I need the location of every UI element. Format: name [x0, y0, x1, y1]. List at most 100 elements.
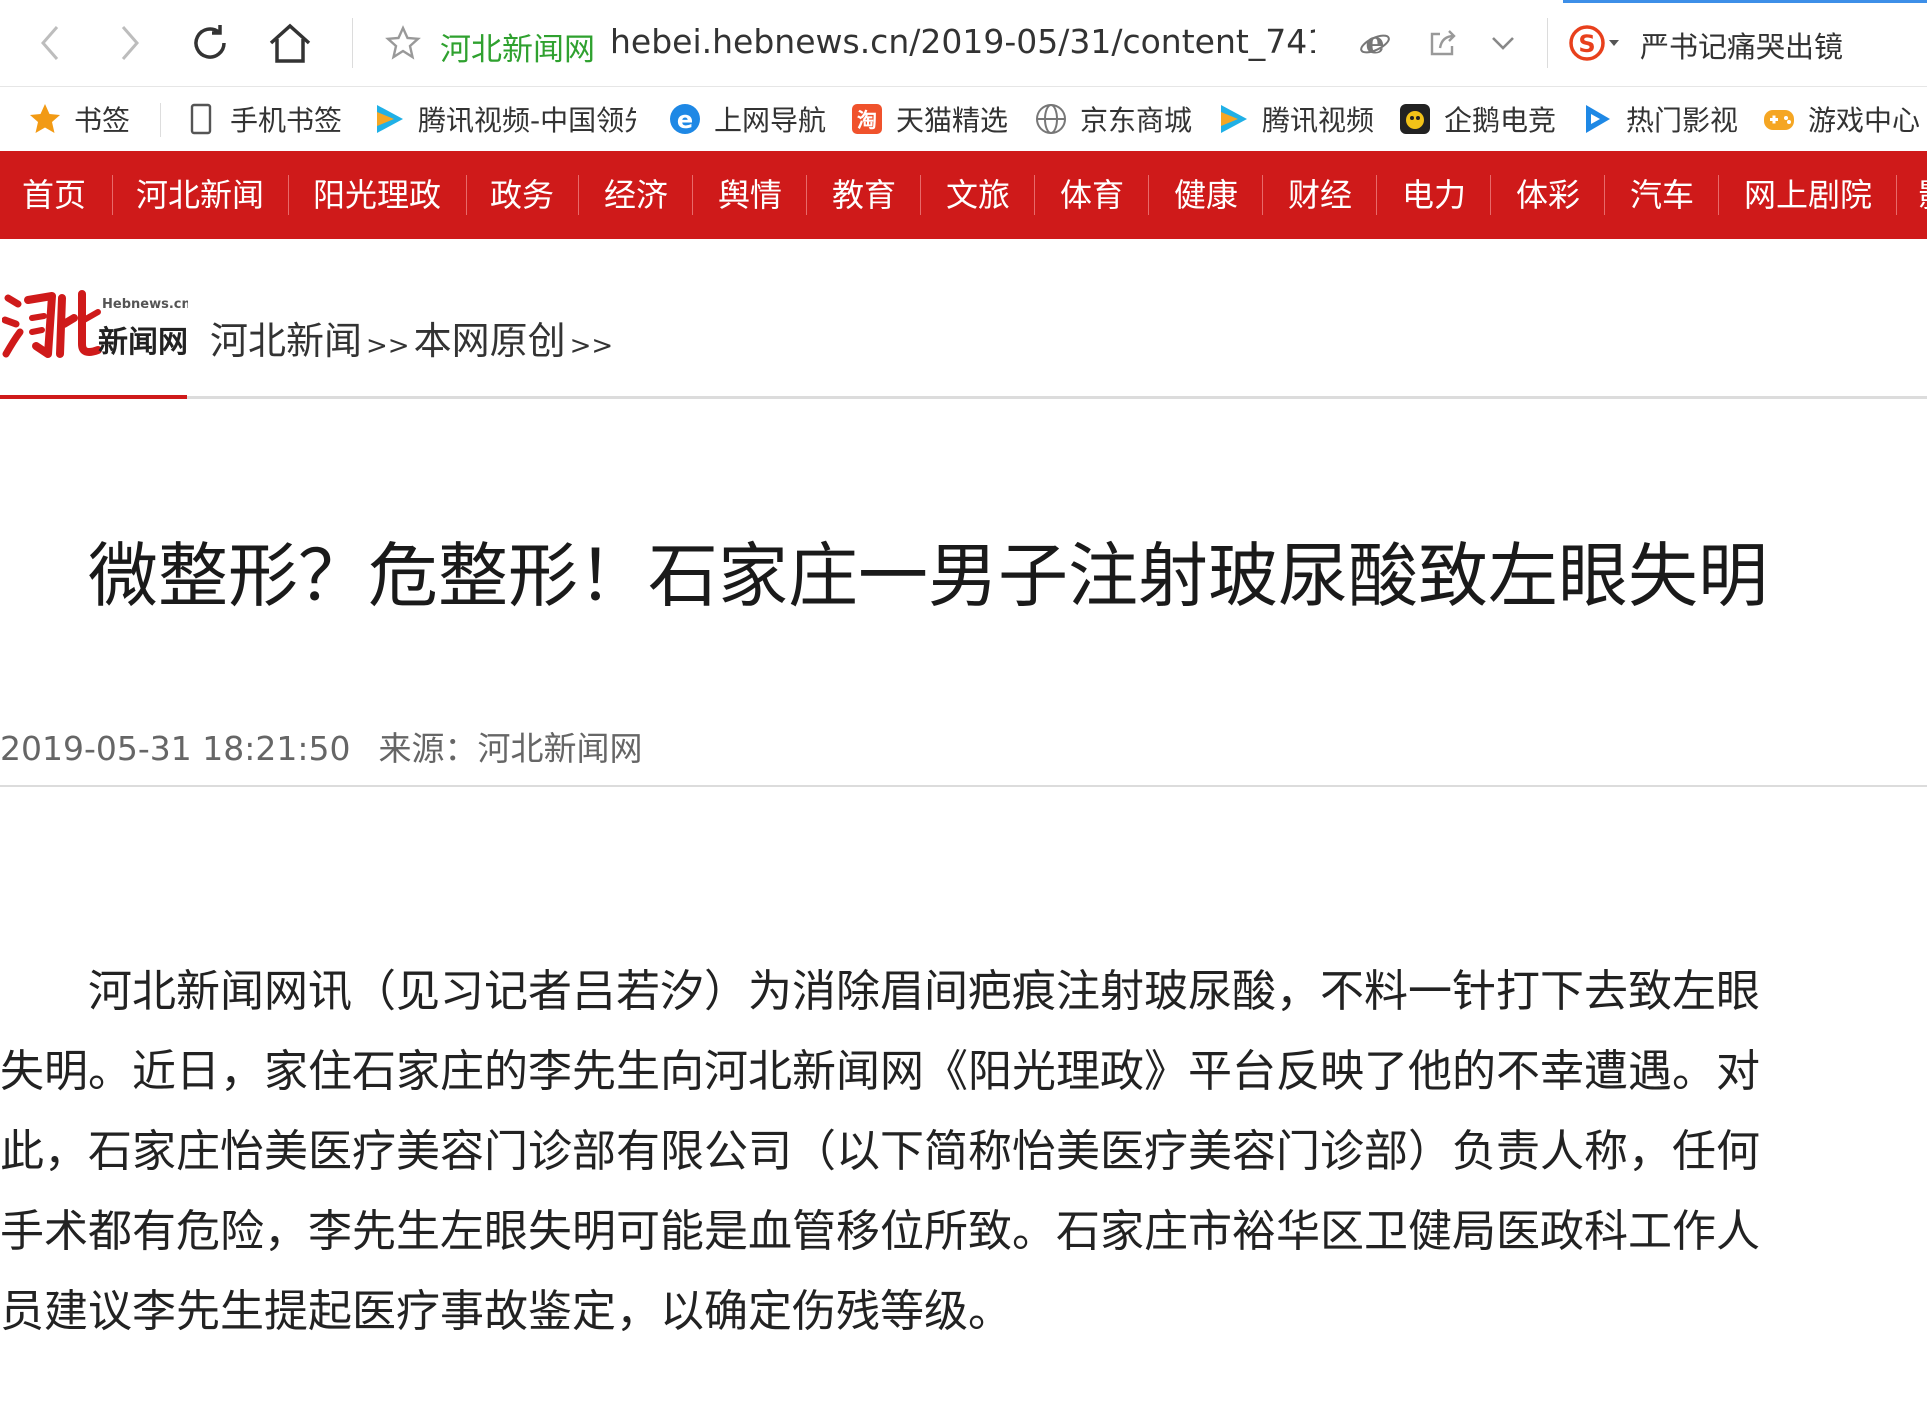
tencent-video-icon	[372, 102, 406, 136]
nav-item-sports[interactable]: 体育	[1060, 151, 1124, 239]
main-nav: 首页 河北新闻 阳光理政 政务 经济 舆情 教育 文旅 体育 健康 财经 电力 …	[0, 151, 1927, 239]
breadcrumb-separator: >>	[569, 331, 614, 361]
bookmark-label: 天猫精选	[896, 104, 1009, 137]
bookmark-item[interactable]: 书签	[28, 87, 158, 151]
svg-text:淘: 淘	[857, 108, 877, 132]
bookmark-label: 腾讯视频	[1262, 104, 1375, 137]
nav-item-education[interactable]: 教育	[832, 151, 896, 239]
nav-divider	[1490, 175, 1491, 215]
logo-underline	[0, 395, 187, 399]
penguin-esports-icon	[1398, 102, 1432, 136]
breadcrumb: 河北新闻 >> 本网原创 >>	[210, 310, 617, 365]
nav-divider	[1376, 175, 1377, 215]
bookmark-divider	[160, 103, 161, 137]
bookmark-label: 京东商城	[1080, 104, 1193, 137]
hot-search-text[interactable]: 严书记痛哭出镜	[1640, 24, 1843, 66]
nav-item-film[interactable]: 影	[1918, 151, 1927, 239]
svg-text:e: e	[677, 106, 693, 134]
forward-button[interactable]	[105, 14, 155, 72]
bookmark-label: 手机书签	[230, 104, 343, 137]
search-engine-button[interactable]: S	[1565, 14, 1625, 72]
toolbar-accent	[1563, 0, 1927, 3]
svg-text:e: e	[1365, 26, 1384, 60]
nav-item-sunshine-governance[interactable]: 阳光理政	[313, 151, 441, 239]
nav-divider	[692, 175, 693, 215]
bookmark-label: 上网导航	[714, 104, 827, 137]
tencent-video-icon	[1216, 102, 1250, 136]
home-button[interactable]	[265, 14, 315, 72]
bookmark-item[interactable]: 京东商城	[1034, 87, 1204, 151]
meta-divider	[0, 785, 1927, 787]
back-button[interactable]	[25, 14, 75, 72]
nav-item-sports-lottery[interactable]: 体彩	[1516, 151, 1580, 239]
bookmark-item[interactable]: 手机书签	[184, 87, 354, 151]
article-paragraph: 河北新闻网讯（见习记者吕若汐）为消除眉间疤痕注射玻尿酸，不料一针打下去致左眼失明…	[0, 966, 1760, 1337]
address-url[interactable]: hebei.hebnews.cn/2019-05/31/content_7411…	[610, 22, 1315, 61]
sogou-search-icon: S	[1569, 25, 1619, 61]
bookmark-label: 腾讯视频-中国领先	[418, 104, 636, 137]
nav-item-auto[interactable]: 汽车	[1630, 151, 1694, 239]
phone-icon	[184, 102, 218, 136]
bookmark-item[interactable]: 腾讯视频	[1216, 87, 1386, 151]
svg-text:S: S	[1578, 30, 1595, 58]
nav-item-culture-travel[interactable]: 文旅	[946, 151, 1010, 239]
address-dropdown-button[interactable]	[1478, 14, 1528, 72]
nav-divider	[112, 175, 113, 215]
share-button[interactable]	[1418, 14, 1468, 72]
nav-item-finance[interactable]: 财经	[1288, 151, 1352, 239]
nav-item-public-opinion[interactable]: 舆情	[718, 151, 782, 239]
nav-item-hebei-news[interactable]: 河北新闻	[136, 151, 264, 239]
nav-item-health[interactable]: 健康	[1174, 151, 1238, 239]
reload-icon	[194, 25, 226, 59]
bookmark-item[interactable]: 游戏中心	[1762, 87, 1927, 151]
nav-divider	[1262, 175, 1263, 215]
breadcrumb-item-original[interactable]: 本网原创	[414, 319, 566, 363]
bookmark-item[interactable]: 腾讯视频-中国领先	[372, 87, 642, 151]
back-arrow-icon	[41, 26, 59, 60]
breadcrumb-item-hebei-news[interactable]: 河北新闻	[210, 319, 362, 363]
gamepad-icon	[1762, 102, 1796, 136]
chevron-down-icon	[1492, 37, 1514, 50]
address-site-name[interactable]: 河北新闻网	[440, 24, 595, 69]
nav-item-online-theater[interactable]: 网上剧院	[1744, 151, 1872, 239]
bookmark-label: 游戏中心	[1808, 104, 1921, 137]
bookmark-label: 书签	[74, 104, 131, 137]
nav-item-electric-power[interactable]: 电力	[1402, 151, 1466, 239]
nav-divider	[466, 175, 467, 215]
globe-icon	[1034, 102, 1068, 136]
nav-divider	[1148, 175, 1149, 215]
home-icon	[269, 23, 311, 63]
bookmark-item[interactable]: 企鹅电竞	[1398, 87, 1568, 151]
breadcrumb-separator: >>	[366, 331, 410, 361]
nav-item-government[interactable]: 政务	[490, 151, 554, 239]
nav-divider	[1604, 175, 1605, 215]
nav-divider	[1718, 175, 1719, 215]
svg-text:新闻网: 新闻网	[98, 325, 188, 360]
nav-divider	[288, 175, 289, 215]
ie-engine-icon: e	[1360, 26, 1390, 60]
browser-toolbar: 河北新闻网 hebei.hebnews.cn/2019-05/31/conten…	[0, 0, 1927, 87]
toolbar-divider	[1547, 18, 1548, 68]
star-icon	[28, 102, 62, 136]
toolbar-divider	[352, 18, 353, 68]
bookmark-bar: 书签 手机书签 腾讯视频-中国领先 e 上网导航 淘 天猫精选 京东商城 腾讯视…	[0, 87, 1927, 151]
star-outline-icon	[385, 25, 421, 60]
ie-icon: e	[668, 102, 702, 136]
site-logo[interactable]: Hebnews.cn 新闻网	[1, 284, 191, 370]
nav-divider	[1896, 175, 1897, 215]
nav-item-home[interactable]: 首页	[22, 151, 86, 239]
favorite-button[interactable]	[378, 14, 428, 72]
svg-text:Hebnews.cn: Hebnews.cn	[102, 297, 188, 312]
bookmark-item[interactable]: 淘 天猫精选	[850, 87, 1020, 151]
share-icon	[1430, 30, 1456, 56]
reload-button[interactable]	[185, 14, 235, 72]
tmall-icon: 淘	[850, 102, 884, 136]
nav-item-economy[interactable]: 经济	[604, 151, 668, 239]
ie-mode-button[interactable]: e	[1350, 14, 1400, 72]
nav-divider	[920, 175, 921, 215]
bookmark-item[interactable]: 热门影视	[1580, 87, 1750, 151]
article-meta: 2019-05-31 18:21:50 来源：河北新闻网	[0, 722, 642, 770]
hebnews-logo-icon: Hebnews.cn 新闻网	[1, 290, 191, 360]
play-icon	[1580, 102, 1614, 136]
bookmark-item[interactable]: e 上网导航	[668, 87, 838, 151]
